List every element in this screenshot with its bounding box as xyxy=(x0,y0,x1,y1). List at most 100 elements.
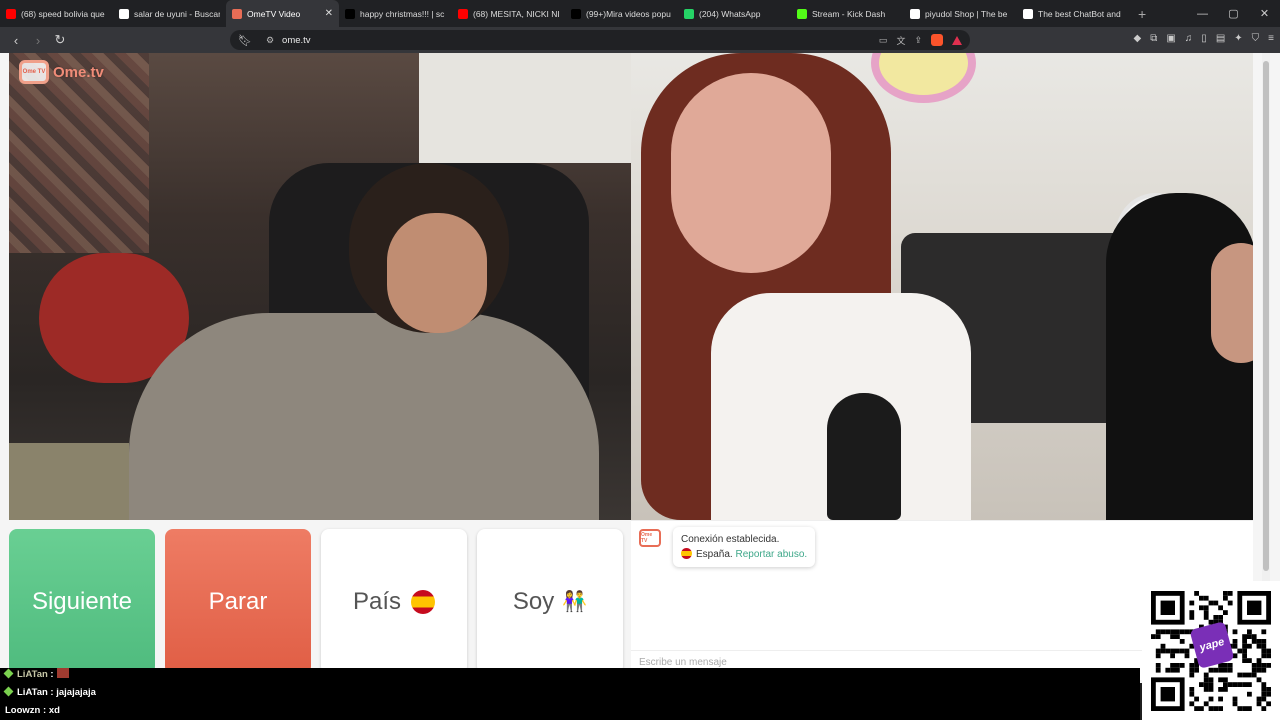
youtube-icon xyxy=(458,8,468,19)
browser-tab[interactable]: (99+)Mira videos popu xyxy=(565,0,678,27)
brave-rewards-icon[interactable] xyxy=(952,35,962,45)
gender-button[interactable]: Soy 👫 xyxy=(477,529,623,674)
gender-button-label: Soy xyxy=(512,587,555,615)
vpn-icon[interactable]: ⛉ xyxy=(1252,33,1260,44)
extensions-icon[interactable]: ⧉ xyxy=(1150,33,1157,44)
whatsapp-icon xyxy=(684,8,694,19)
system-message: Conexión establecida. España. Reportar a… xyxy=(673,527,816,567)
browser-tab[interactable]: OmeTV Video ✕ xyxy=(226,0,339,27)
media-icon[interactable]: ♫ xyxy=(1185,33,1193,44)
tab-strip: (68) speed bolivia que salar de uyuni - B… xyxy=(0,0,1280,27)
youtube-icon xyxy=(6,8,16,19)
microphone xyxy=(827,393,901,520)
person-face xyxy=(671,73,831,273)
local-video: Ome TV Ome.tv xyxy=(9,53,631,520)
chat-line: LiATan : xyxy=(3,668,69,680)
ometv-chat-icon: Ome TV xyxy=(639,529,661,547)
browser-tab[interactable]: piyudol Shop | The be xyxy=(904,0,1017,27)
emote-icon xyxy=(56,668,69,678)
spain-flag-icon xyxy=(681,548,692,559)
tab-title: happy christmas!!! | sc xyxy=(360,8,445,19)
close-window-icon[interactable]: ✕ xyxy=(1249,0,1280,27)
close-tab-icon[interactable]: ✕ xyxy=(325,8,333,19)
badge-icon xyxy=(3,668,14,679)
wallet-icon[interactable]: ▤ xyxy=(1216,33,1225,44)
partner-country: España. xyxy=(696,549,733,560)
forward-icon[interactable]: › xyxy=(28,30,48,50)
url-text: ome.tv xyxy=(282,34,311,46)
browser-toolbar: ‹ › ↻ 🔖︎ ⚙ ome.tv ▭ 文 ⇪ ◆ ⧉ ▣ ♫ ▯ ▤ ✦ ⛉ … xyxy=(0,27,1280,53)
chat-username: LiATan xyxy=(17,669,48,680)
next-button-label: Siguiente xyxy=(31,587,133,615)
new-tab-icon[interactable]: + xyxy=(1138,6,1146,22)
country-button[interactable]: País xyxy=(321,529,467,674)
chatbot-icon xyxy=(1023,8,1033,19)
yape-qr-code: yape xyxy=(1142,581,1280,720)
cast-icon[interactable]: ▭ xyxy=(879,35,888,46)
scrollbar-thumb[interactable] xyxy=(1263,61,1269,571)
tab-title: Stream - Kick Dash xyxy=(812,8,886,19)
couple-icon: 👫 xyxy=(562,591,588,613)
tab-title: OmeTV Video xyxy=(247,8,301,19)
person-face xyxy=(387,213,487,333)
tab-title: (68) speed bolivia que xyxy=(21,8,105,19)
chat-line: LiATan : jajajajaja xyxy=(3,686,96,698)
remote-video xyxy=(631,53,1253,520)
tab-title: (68) MESITA, NICKI NIC xyxy=(473,8,559,19)
stream-chat-overlay: LiATan : LiATan : jajajajaja Loowzn : xd xyxy=(0,668,1140,720)
chat-line: Loowzn : xd xyxy=(5,705,60,716)
browser-tab[interactable]: Stream - Kick Dash xyxy=(791,0,904,27)
ometv-page: Ome TV Ome.tv Siguiente Parar País Soy 👫… xyxy=(0,53,1280,683)
connection-status: Conexión establecida. xyxy=(681,534,780,545)
bookmark-icon[interactable]: 🔖︎ xyxy=(238,34,252,47)
browser-tab[interactable]: (68) MESITA, NICKI NIC xyxy=(452,0,565,27)
blanket xyxy=(9,443,129,520)
tiktok-icon xyxy=(345,8,355,19)
stop-button-label: Parar xyxy=(208,587,268,615)
screenshot-icon[interactable]: ▣ xyxy=(1166,33,1175,44)
tab-title: (99+)Mira videos popu xyxy=(586,8,671,19)
brave-shield-icon[interactable] xyxy=(931,34,943,46)
stop-button[interactable]: Parar xyxy=(165,529,311,674)
second-person-face xyxy=(1211,243,1253,363)
sidebar-icon[interactable]: ▯ xyxy=(1201,33,1207,44)
badge-icon xyxy=(3,686,14,697)
browser-tab[interactable]: happy christmas!!! | sc xyxy=(339,0,452,27)
browser-tab[interactable]: (68) speed bolivia que xyxy=(0,0,113,27)
translate-icon[interactable]: 文 xyxy=(896,34,905,47)
tiktok-icon xyxy=(571,8,581,19)
tab-title: piyudol Shop | The be xyxy=(925,8,1008,19)
maximize-icon[interactable]: ▢ xyxy=(1218,0,1249,27)
extension-icon-1[interactable]: ◆ xyxy=(1134,33,1142,44)
back-icon[interactable]: ‹ xyxy=(6,30,26,50)
country-button-label: País xyxy=(352,587,402,615)
ai-icon[interactable]: ✦ xyxy=(1234,33,1242,44)
minimize-icon[interactable]: — xyxy=(1187,0,1218,27)
ometv-icon xyxy=(232,8,242,19)
address-bar[interactable]: 🔖︎ ⚙ ome.tv ▭ 文 ⇪ xyxy=(230,30,970,50)
tab-title: salar de uyuni - Buscar xyxy=(134,8,220,19)
browser-tab[interactable]: salar de uyuni - Buscar xyxy=(113,0,226,27)
window-controls: — ▢ ✕ xyxy=(1187,0,1280,27)
site-info-icon[interactable]: ⚙ xyxy=(266,35,274,46)
browser-tab[interactable]: The best ChatBot and xyxy=(1017,0,1130,27)
share-icon[interactable]: ⇪ xyxy=(914,35,922,46)
chat-message: jajajajaja xyxy=(56,687,96,698)
tab-title: The best ChatBot and xyxy=(1038,8,1121,19)
browser-tab[interactable]: (204) WhatsApp xyxy=(678,0,791,27)
menu-icon[interactable]: ≡ xyxy=(1268,33,1274,44)
chat-username: LiATan xyxy=(17,687,48,698)
next-button[interactable]: Siguiente xyxy=(9,529,155,674)
reload-icon[interactable]: ↻ xyxy=(50,30,70,50)
chat-message: xd xyxy=(48,705,60,716)
chatbot-icon xyxy=(910,8,920,19)
kick-icon xyxy=(797,8,807,19)
tab-title: (204) WhatsApp xyxy=(699,8,761,19)
doodle-wall xyxy=(419,53,631,163)
person-body xyxy=(129,313,599,520)
spain-flag-icon xyxy=(411,589,436,614)
report-abuse-link[interactable]: Reportar abuso. xyxy=(735,549,807,560)
ometv-logo-text: Ome.tv xyxy=(53,63,104,81)
neon-sign xyxy=(871,53,976,103)
ometv-logo: Ome TV Ome.tv xyxy=(19,60,104,84)
